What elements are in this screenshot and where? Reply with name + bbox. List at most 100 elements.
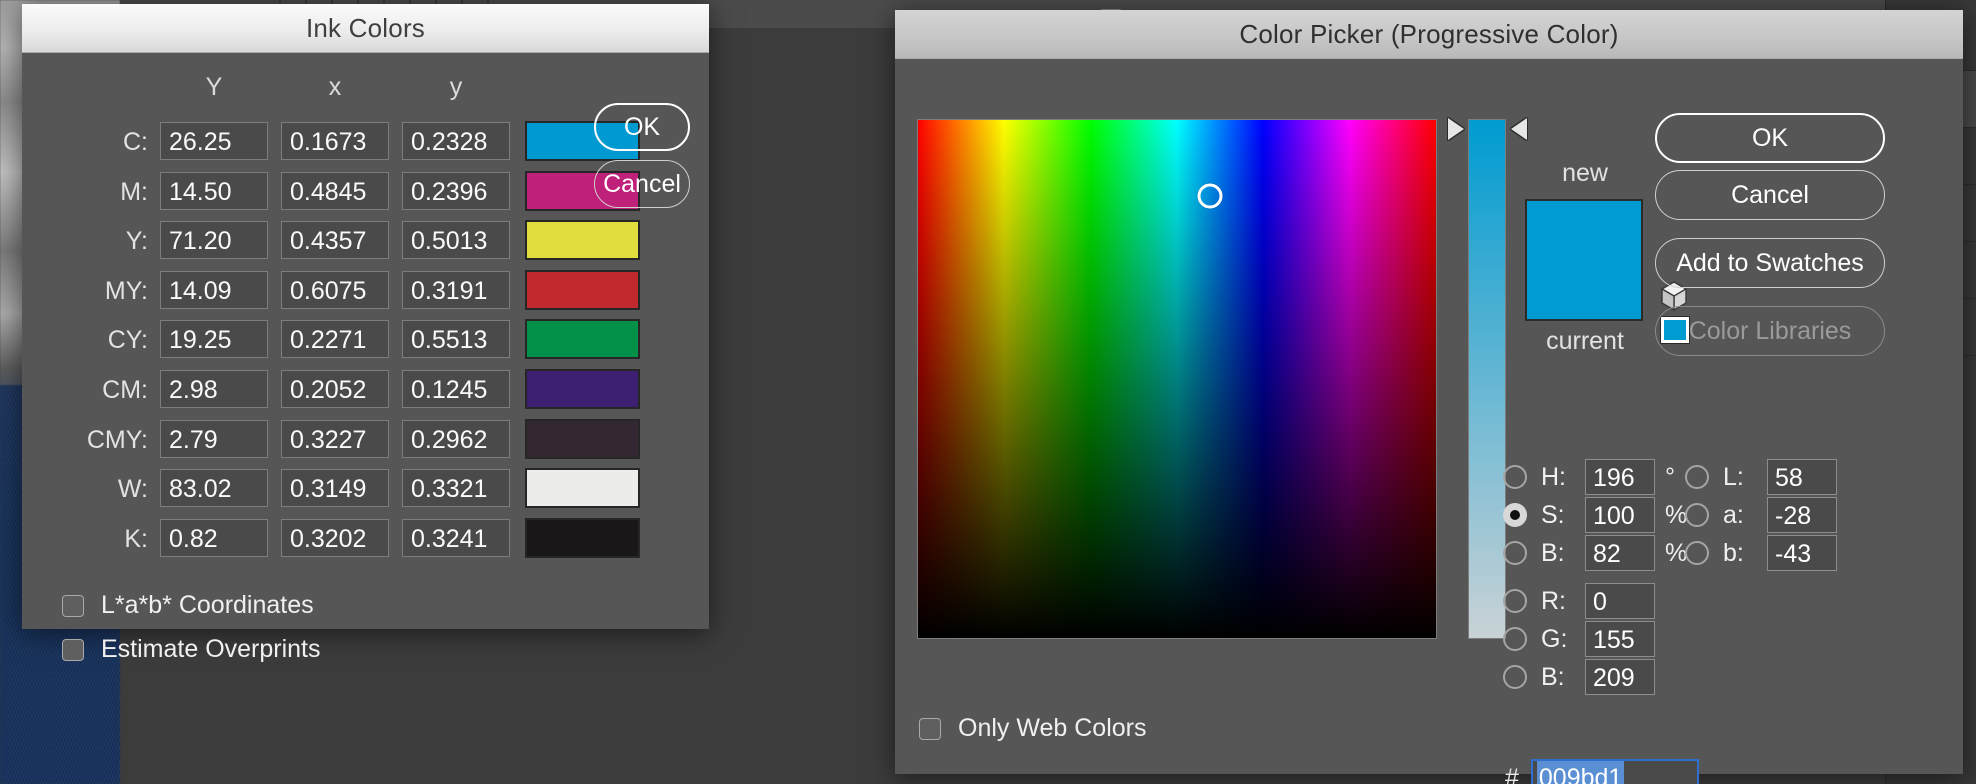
only-web-colors-row[interactable]: Only Web Colors [919, 714, 1147, 743]
color-slider-thumb-left-icon[interactable] [1448, 118, 1464, 140]
estimate-overprints-checkbox[interactable] [62, 638, 84, 661]
ink-field-y[interactable]: 0.3321 [402, 469, 510, 508]
ink-color-swatch[interactable] [525, 319, 640, 360]
channel-radio-B[interactable] [1503, 541, 1527, 565]
channel-input-S[interactable]: 100 [1585, 497, 1655, 533]
ink-row: C: 26.25 0.1673 0.2328 [22, 121, 640, 163]
color-preview-swatch[interactable] [1525, 199, 1643, 321]
ink-field-y[interactable]: 0.1245 [402, 370, 510, 408]
channel-radio-b[interactable] [1685, 541, 1709, 565]
ink-field-Y[interactable]: 0.82 [160, 518, 268, 557]
ink-field-x[interactable]: 0.3202 [281, 518, 389, 557]
ink-field-Y[interactable]: 83.02 [160, 469, 268, 508]
ink-colors-titlebar[interactable]: Ink Colors [22, 4, 709, 53]
ink-row-label: M: [120, 177, 148, 206]
channel-label-G: G: [1541, 624, 1568, 653]
ink-field-Y[interactable]: 19.25 [160, 320, 268, 359]
color-libraries-button: Color Libraries [1655, 306, 1885, 356]
channel-input-B[interactable]: 82 [1585, 535, 1655, 571]
channel-row-H[interactable]: H: 196 ° [1503, 459, 1675, 495]
add-to-swatches-button[interactable]: Add to Swatches [1655, 238, 1885, 288]
channel-unit-S: % [1665, 500, 1688, 529]
channel-input-a[interactable]: -28 [1767, 497, 1837, 533]
hex-prefix-label: # [1505, 763, 1519, 784]
channel-radio-G[interactable] [1503, 627, 1527, 651]
new-color-swatch[interactable] [1527, 201, 1641, 260]
ink-field-x[interactable]: 0.3149 [281, 469, 389, 508]
channel-input-L[interactable]: 58 [1767, 459, 1837, 495]
color-picker-cancel-button[interactable]: Cancel [1655, 170, 1885, 220]
channel-label-S: S: [1541, 500, 1565, 529]
channel-row-a[interactable]: a: -28 [1685, 497, 1837, 533]
channel-radio-a[interactable] [1685, 503, 1709, 527]
ink-field-x[interactable]: 0.2052 [281, 370, 389, 408]
ink-field-Y[interactable]: 14.09 [160, 270, 268, 309]
only-web-colors-checkbox[interactable] [919, 717, 941, 740]
channel-unit-B: % [1665, 538, 1688, 567]
color-picker-ok-button[interactable]: OK [1655, 113, 1885, 163]
lab-coordinates-checkbox-row[interactable]: L*a*b* Coordinates [62, 591, 314, 620]
channel-row-b[interactable]: b: -43 [1685, 535, 1837, 571]
estimate-overprints-checkbox-row[interactable]: Estimate Overprints [62, 635, 321, 664]
ink-field-y[interactable]: 0.3241 [402, 518, 510, 557]
ink-field-y[interactable]: 0.2396 [402, 171, 510, 210]
ink-ok-button[interactable]: OK [594, 103, 690, 151]
ink-field-x[interactable]: 0.1673 [281, 122, 389, 160]
ink-cancel-button[interactable]: Cancel [594, 160, 690, 208]
ink-color-swatch[interactable] [525, 220, 640, 261]
lab-coordinates-checkbox[interactable] [62, 594, 84, 617]
channel-input-G[interactable]: 155 [1585, 621, 1655, 657]
ink-field-Y[interactable]: 26.25 [160, 122, 268, 160]
ink-field-Y[interactable]: 2.98 [160, 370, 268, 408]
ink-field-x[interactable]: 0.2271 [281, 320, 389, 359]
ink-field-y[interactable]: 0.5513 [402, 320, 510, 359]
channel-label-B: B: [1541, 538, 1565, 567]
ink-field-Y[interactable]: 71.20 [160, 221, 268, 260]
ink-color-swatch[interactable] [525, 269, 640, 310]
channel-row-G[interactable]: G: 155 [1503, 621, 1655, 657]
ink-field-y[interactable]: 0.3191 [402, 270, 510, 309]
ink-color-swatch[interactable] [525, 369, 640, 409]
channel-input-R[interactable]: 0 [1585, 583, 1655, 619]
ink-row: CY: 19.25 0.2271 0.5513 [22, 319, 640, 361]
channel-input-b[interactable]: -43 [1767, 535, 1837, 571]
ink-field-Y[interactable]: 2.79 [160, 419, 268, 458]
ink-field-x[interactable]: 0.3227 [281, 419, 389, 458]
channel-radio-B[interactable] [1503, 665, 1527, 689]
channel-radio-L[interactable] [1685, 465, 1709, 489]
ink-field-x[interactable]: 0.4845 [281, 171, 389, 210]
ink-field-y[interactable]: 0.2328 [402, 122, 510, 160]
channel-row-L[interactable]: L: 58 [1685, 459, 1837, 495]
channel-row-R[interactable]: R: 0 [1503, 583, 1655, 619]
ink-field-x[interactable]: 0.4357 [281, 221, 389, 260]
current-color-swatch[interactable] [1527, 260, 1641, 319]
ink-row-label: W: [117, 475, 148, 504]
color-picker-titlebar[interactable]: Color Picker (Progressive Color) [895, 10, 1963, 59]
channel-radio-H[interactable] [1503, 465, 1527, 489]
color-field[interactable] [917, 119, 1437, 639]
hex-input[interactable]: 009bd1 [1530, 759, 1699, 784]
ink-field-Y[interactable]: 14.50 [160, 171, 268, 210]
ink-field-y[interactable]: 0.2962 [402, 419, 510, 458]
channel-row-B[interactable]: B: 209 [1503, 659, 1655, 695]
channel-input-H[interactable]: 196 [1585, 459, 1655, 495]
channel-label-a: a: [1723, 500, 1744, 529]
ink-color-swatch[interactable] [525, 468, 640, 509]
channel-radio-R[interactable] [1503, 589, 1527, 613]
color-slider[interactable] [1468, 119, 1506, 639]
channel-radio-S[interactable] [1503, 503, 1527, 527]
hex-row[interactable]: # 009bd1 [1505, 759, 1699, 784]
color-slider-thumb-right-icon[interactable] [1511, 118, 1527, 140]
ink-color-swatch[interactable] [525, 418, 640, 459]
ink-row: CM: 2.98 0.2052 0.1245 [22, 369, 640, 411]
ink-row-label: CMY: [86, 425, 148, 454]
ink-field-y[interactable]: 0.5013 [402, 221, 510, 260]
color-field-marker[interactable] [1197, 183, 1223, 209]
channel-row-S[interactable]: S: 100% [1503, 497, 1687, 533]
channel-row-B[interactable]: B: 82% [1503, 535, 1687, 571]
ink-field-x[interactable]: 0.6075 [281, 270, 389, 309]
ink-column-header-Y: Y [205, 73, 223, 101]
ink-column-header-x: x [328, 73, 342, 101]
ink-color-swatch[interactable] [525, 517, 640, 558]
channel-input-B[interactable]: 209 [1585, 659, 1655, 695]
